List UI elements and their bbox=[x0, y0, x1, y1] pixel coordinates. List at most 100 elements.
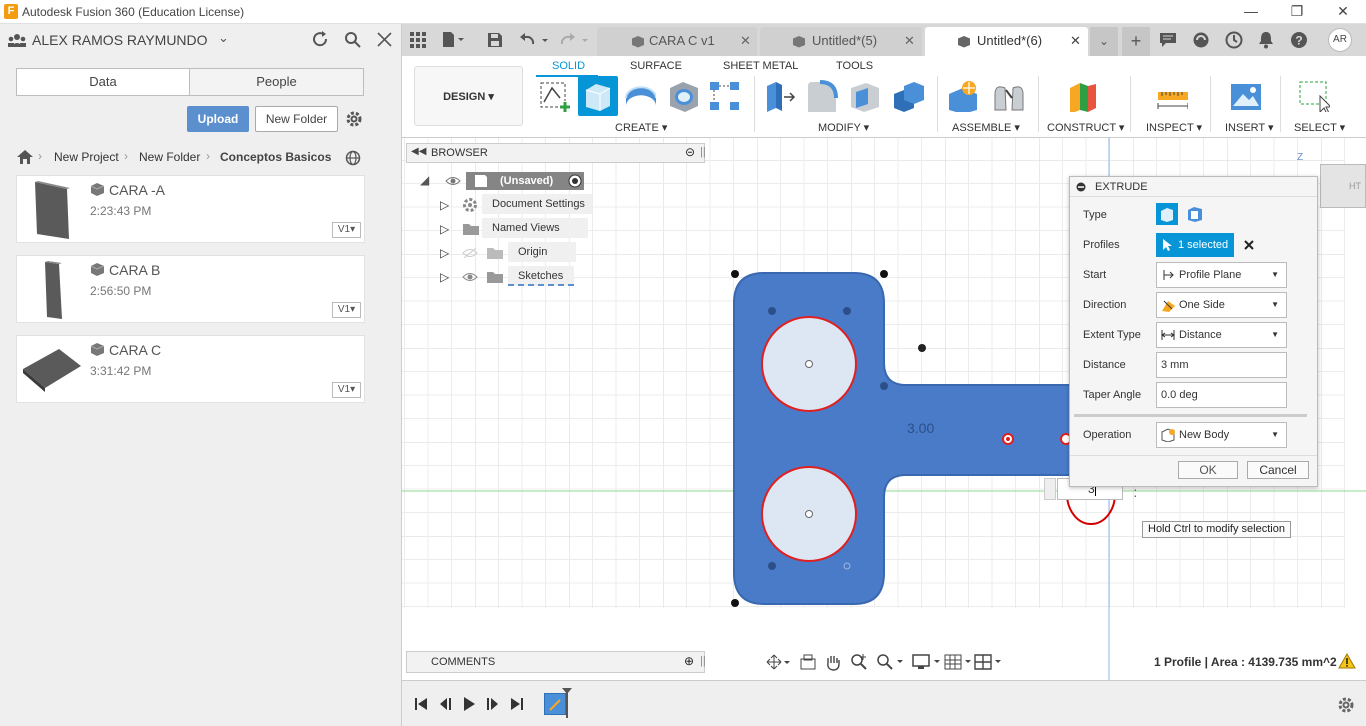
grid-settings-icon[interactable] bbox=[944, 653, 974, 671]
offset-plane-icon[interactable] bbox=[1066, 80, 1098, 112]
group-assemble[interactable]: ASSEMBLE ▾ bbox=[952, 121, 1020, 134]
timeline-sketch-feature[interactable] bbox=[544, 693, 566, 715]
ok-button[interactable]: OK bbox=[1178, 461, 1238, 479]
comments-panel[interactable]: COMMENTS ⊕ || bbox=[406, 651, 706, 673]
group-modify[interactable]: MODIFY ▾ bbox=[818, 121, 869, 134]
extrude-button-active[interactable] bbox=[578, 76, 618, 116]
collapse-dialog-icon[interactable] bbox=[1076, 182, 1086, 192]
undo-icon[interactable] bbox=[520, 32, 550, 48]
avatar[interactable]: AR bbox=[1328, 28, 1352, 52]
joint-icon[interactable] bbox=[992, 80, 1024, 112]
taper-angle-field[interactable]: 0.0 deg bbox=[1156, 382, 1287, 408]
save-icon[interactable] bbox=[487, 32, 503, 48]
type-solid-button[interactable] bbox=[1156, 203, 1178, 225]
start-dropdown[interactable]: Profile Plane ▼ bbox=[1156, 262, 1287, 288]
panel-grip[interactable]: || bbox=[700, 655, 706, 667]
look-at-icon[interactable] bbox=[800, 654, 816, 670]
notification-bell-icon[interactable] bbox=[1258, 31, 1274, 49]
timeline-marker[interactable] bbox=[566, 690, 568, 718]
expand-arrow-icon[interactable]: ▷ bbox=[440, 270, 449, 284]
clock-icon[interactable] bbox=[1225, 31, 1243, 49]
gear-icon[interactable] bbox=[345, 110, 363, 128]
tab-document[interactable]: Untitled*(5) ✕ bbox=[760, 27, 922, 56]
group-insert[interactable]: INSERT ▾ bbox=[1225, 121, 1274, 134]
go-to-start-icon[interactable] bbox=[414, 697, 428, 711]
create-sketch-icon[interactable] bbox=[538, 80, 570, 112]
file-name[interactable]: CARA C bbox=[109, 342, 161, 358]
tab-overflow-button[interactable]: ⌄ bbox=[1090, 27, 1118, 56]
collapse-panel-icon[interactable]: ◀◀ bbox=[411, 146, 426, 157]
search-icon[interactable] bbox=[344, 31, 361, 48]
timeline-settings-gear-icon[interactable] bbox=[1337, 696, 1355, 714]
combine-icon[interactable] bbox=[892, 80, 924, 112]
minimize-button[interactable]: — bbox=[1228, 0, 1274, 24]
pan-hand-icon[interactable] bbox=[824, 653, 842, 671]
job-status-icon[interactable] bbox=[1192, 31, 1210, 49]
direction-dropdown[interactable]: One Side ▼ bbox=[1156, 292, 1287, 318]
group-construct[interactable]: CONSTRUCT ▾ bbox=[1047, 121, 1124, 134]
new-component-icon[interactable] bbox=[947, 80, 979, 112]
file-name[interactable]: CARA B bbox=[109, 262, 160, 278]
file-card[interactable]: CARA -A 2:23:43 PM V1▾ bbox=[16, 175, 365, 243]
browser-item-sketches[interactable]: Sketches bbox=[508, 266, 574, 286]
file-name[interactable]: CARA -A bbox=[109, 182, 165, 198]
tab-sheet-metal[interactable]: SHEET METAL bbox=[723, 60, 798, 72]
upload-button[interactable]: Upload bbox=[187, 106, 249, 132]
workspace-switcher[interactable]: DESIGN ▾ bbox=[414, 66, 523, 126]
revolve-icon[interactable] bbox=[624, 80, 656, 112]
breadcrumb-item[interactable]: New Project bbox=[54, 150, 119, 164]
viewcube[interactable]: HT bbox=[1320, 164, 1366, 208]
close-panel-icon[interactable] bbox=[377, 32, 392, 47]
step-forward-icon[interactable] bbox=[486, 697, 500, 711]
chat-icon[interactable] bbox=[1159, 32, 1177, 48]
profiles-selection-button[interactable]: 1 selected bbox=[1156, 233, 1234, 257]
close-window-button[interactable]: ✕ bbox=[1320, 0, 1366, 24]
browser-item-origin[interactable]: Origin bbox=[508, 242, 576, 262]
clear-selection-icon[interactable] bbox=[1244, 240, 1254, 250]
warning-icon[interactable] bbox=[1338, 653, 1356, 669]
viewports-icon[interactable] bbox=[974, 653, 1004, 671]
insert-image-icon[interactable] bbox=[1229, 80, 1261, 112]
browser-panel-header[interactable]: ◀◀ BROWSER ⊝ || bbox=[406, 143, 706, 163]
shell-icon[interactable] bbox=[848, 80, 880, 112]
window-select-icon[interactable] bbox=[1298, 80, 1330, 112]
visibility-eye-icon[interactable] bbox=[462, 271, 478, 283]
zoom-icon[interactable] bbox=[850, 653, 868, 671]
tab-document[interactable]: CARA C v1 ✕ bbox=[597, 27, 757, 56]
orbit-icon[interactable] bbox=[766, 654, 790, 670]
close-tab-icon[interactable]: ✕ bbox=[904, 27, 915, 55]
file-card[interactable]: CARA B 2:56:50 PM V1▾ bbox=[16, 255, 365, 323]
input-grip[interactable] bbox=[1044, 478, 1056, 500]
go-to-end-icon[interactable] bbox=[510, 697, 524, 711]
home-icon[interactable] bbox=[17, 150, 33, 164]
play-icon[interactable] bbox=[462, 696, 476, 712]
press-pull-icon[interactable] bbox=[764, 80, 796, 112]
activate-radio-icon[interactable] bbox=[568, 174, 582, 188]
version-dropdown[interactable]: V1▾ bbox=[332, 302, 361, 318]
fit-zoom-icon[interactable] bbox=[876, 653, 904, 671]
tab-tools[interactable]: TOOLS bbox=[836, 60, 873, 72]
step-back-icon[interactable] bbox=[438, 697, 452, 711]
browser-item-document-settings[interactable]: Document Settings bbox=[482, 194, 592, 214]
hidden-eye-icon[interactable] bbox=[462, 247, 478, 259]
pattern-icon[interactable] bbox=[708, 80, 740, 112]
distance-field[interactable]: 3 mm bbox=[1156, 352, 1287, 378]
expand-arrow-icon[interactable]: ▷ bbox=[440, 198, 449, 212]
panel-grip[interactable]: || bbox=[700, 146, 706, 158]
dialog-header[interactable]: EXTRUDE bbox=[1070, 177, 1317, 197]
new-tab-button[interactable]: + bbox=[1122, 27, 1150, 56]
add-comment-icon[interactable]: ⊕ bbox=[684, 654, 694, 668]
globe-icon[interactable] bbox=[345, 150, 361, 166]
help-icon[interactable]: ? bbox=[1290, 31, 1308, 49]
version-dropdown[interactable]: V1▾ bbox=[332, 382, 361, 398]
thin-extrude-icon[interactable] bbox=[1186, 205, 1204, 223]
measure-icon[interactable] bbox=[1156, 80, 1188, 112]
refresh-icon[interactable] bbox=[312, 31, 329, 48]
display-settings-icon[interactable] bbox=[912, 653, 942, 671]
minimize-panel-icon[interactable]: ⊝ bbox=[685, 145, 695, 159]
close-tab-icon[interactable]: ✕ bbox=[1070, 27, 1081, 55]
operation-dropdown[interactable]: New Body ▼ bbox=[1156, 422, 1287, 448]
fillet-icon[interactable] bbox=[806, 80, 838, 112]
group-select[interactable]: SELECT ▾ bbox=[1294, 121, 1345, 134]
browser-item-named-views[interactable]: Named Views bbox=[482, 218, 588, 238]
